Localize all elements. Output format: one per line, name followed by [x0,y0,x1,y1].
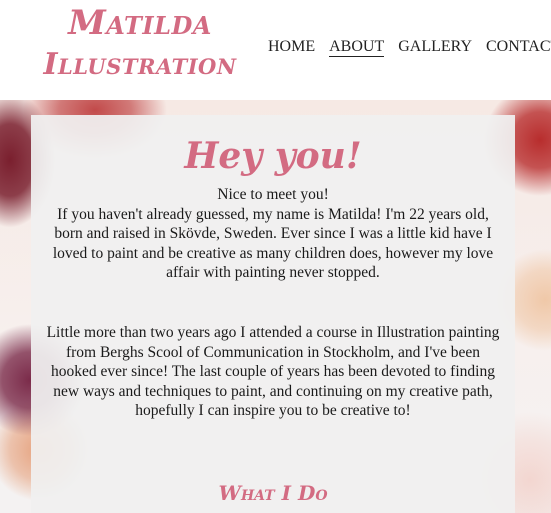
intro-text: Nice to meet you! If you haven't already … [43,185,503,283]
nav-contact-link[interactable]: CONTACT [486,38,551,57]
nav-about-link[interactable]: ABOUT [329,38,385,57]
what-i-do-heading: What I Do [218,481,328,505]
site-logo[interactable]: Matilda Illustration [30,6,250,80]
logo-line-1: Matilda [68,3,212,43]
about-paragraph-2: Little more than two years ago I attende… [46,324,500,419]
nav-gallery-link[interactable]: GALLERY [398,38,472,57]
about-paragraph-1: If you haven't already guessed, my name … [52,205,494,282]
nav-home-link[interactable]: HOME [268,38,315,57]
site-header: Matilda Illustration HOME ABOUT GALLERY … [0,0,551,100]
main-nav: HOME ABOUT GALLERY CONTACT [268,38,551,57]
about-content-card: Hey you! Nice to meet you! If you haven't… [31,115,515,513]
about-heading: Hey you! [184,135,362,177]
logo-line-2: Illustration [43,47,237,82]
greeting-text: Nice to meet you! [217,186,329,203]
